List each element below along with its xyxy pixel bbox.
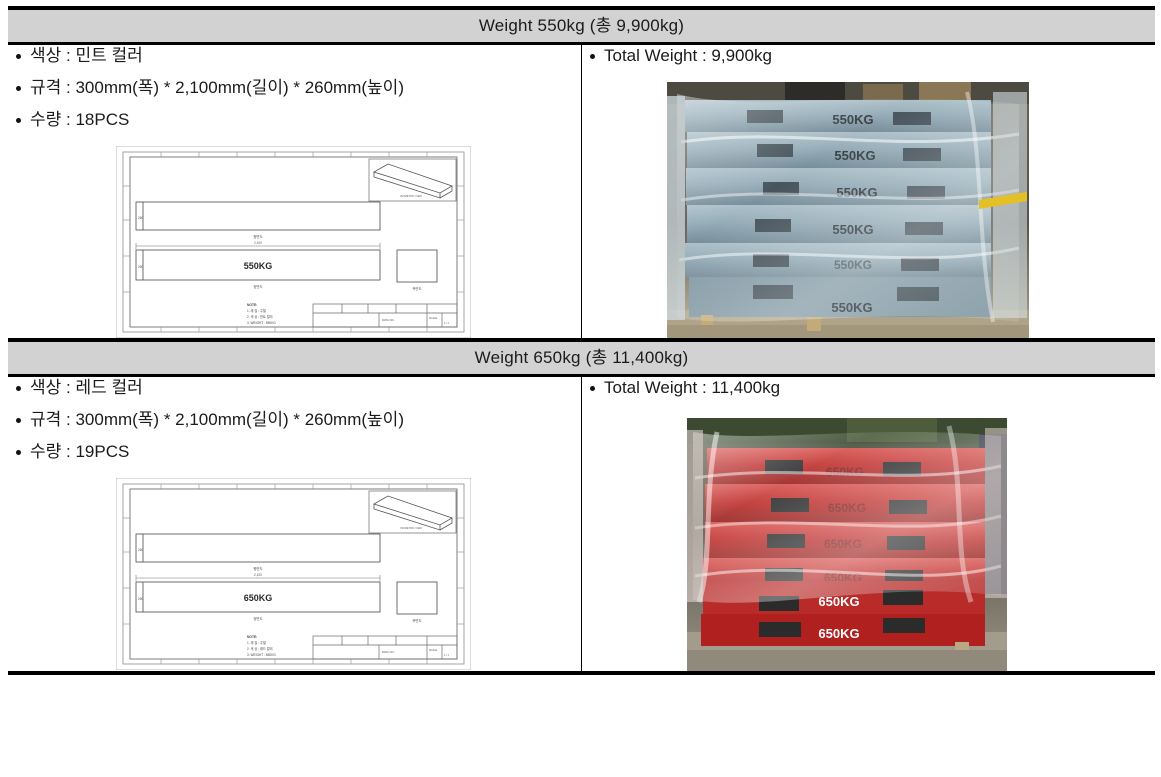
table-body-row-650: 색상 : 레드 컬러 규격 : 300mm(폭) * 2,100mm(길이) *…: [8, 375, 1155, 675]
table-header-row-550: Weight 550kg (총 9,900kg): [8, 6, 1155, 45]
cad-dim-length: 2,100: [254, 241, 262, 245]
total-weight-list-550: Total Weight : 9,900kg: [582, 45, 1155, 68]
cad-dim-length: 2,100: [254, 573, 262, 577]
cad-titleblock-scale: SCALE: [429, 649, 438, 652]
spec-cell-650-left: 색상 : 레드 컬러 규격 : 300mm(폭) * 2,100mm(길이) *…: [8, 375, 582, 675]
list-item: 규격 : 300mm(폭) * 2,100mm(길이) * 260mm(높이): [8, 409, 581, 432]
cad-notes-title: NOTE:: [247, 635, 257, 639]
cad-drawing-550-svg: ISOMETRIC VIEW 260 평면도 2,100 260 550KG 정…: [116, 145, 471, 338]
list-item: Total Weight : 11,400kg: [582, 377, 1155, 400]
list-item: 색상 : 민트 컬러: [8, 45, 581, 68]
list-item: 수량 : 18PCS: [8, 109, 581, 132]
photo-pallet-550: 550KG 550KG 550KG: [667, 81, 1029, 338]
cad-note-2: 2. 색 상 : 레드 컬러: [247, 646, 273, 651]
cad-iso-label: ISOMETRIC VIEW: [400, 194, 422, 198]
cad-view-front-label: 정면도: [253, 284, 262, 289]
cad-drawing-650-svg: ISOMETRIC VIEW 260 평면도 2,100 260 650KG 정…: [116, 477, 471, 670]
photo-pallet-650: 650KG 650KG 650KG 65: [687, 417, 1007, 671]
total-weight-list-650: Total Weight : 11,400kg: [582, 377, 1155, 400]
cad-view-top-label: 평면도: [253, 566, 262, 571]
list-item: 색상 : 레드 컬러: [8, 377, 581, 400]
cad-note-3: 3. WEIGHT : 650KG: [247, 653, 276, 657]
cad-titleblock-dwgno: DWG NO.: [382, 318, 395, 322]
cad-view-side-label: 측면도: [412, 618, 421, 623]
cad-dim-height-top: 260: [138, 548, 144, 552]
cad-dim-height-front: 260: [138, 597, 144, 601]
cad-weight-label: 550KG: [244, 261, 273, 271]
specification-table: Weight 550kg (총 9,900kg) 색상 : 민트 컬러 규격 :…: [8, 6, 1155, 675]
photo-stencil-label: 650KG: [818, 626, 859, 641]
cad-notes-title: NOTE:: [247, 303, 257, 307]
photo-pallet-650-svg: 650KG 650KG 650KG 65: [687, 417, 1007, 671]
page-root: Weight 550kg (총 9,900kg) 색상 : 민트 컬러 규격 :…: [0, 0, 1161, 777]
spec-list-650: 색상 : 레드 컬러 규격 : 300mm(폭) * 2,100mm(길이) *…: [8, 377, 581, 464]
spec-cell-550-right: Total Weight : 9,900kg: [581, 43, 1155, 342]
cad-note-2: 2. 색 상 : 민트 컬러: [247, 314, 273, 319]
cad-dim-height-top: 260: [138, 216, 144, 220]
cad-titleblock-dwgno: DWG NO.: [382, 650, 395, 654]
cad-view-top-label: 평면도: [253, 234, 262, 239]
list-item: 규격 : 300mm(폭) * 2,100mm(길이) * 260mm(높이): [8, 77, 581, 100]
cad-view-side-label: 측면도: [412, 286, 421, 291]
cad-titleblock-sheet: 1 / 1: [444, 654, 449, 657]
cad-iso-label: ISOMETRIC VIEW: [400, 526, 422, 530]
table-header-row-650: Weight 650kg (총 11,400kg): [8, 337, 1155, 377]
cad-drawing-650: ISOMETRIC VIEW 260 평면도 2,100 260 650KG 정…: [116, 477, 471, 670]
header-cell-650: Weight 650kg (총 11,400kg): [8, 337, 1155, 377]
cad-view-front-label: 정면도: [253, 616, 262, 621]
cad-drawing-550: ISOMETRIC VIEW 260 평면도 2,100 260 550KG 정…: [116, 145, 471, 338]
cad-note-1: 1. 재 질 : 주철: [247, 640, 266, 645]
cad-dim-height-front: 260: [138, 265, 144, 269]
spec-cell-550-left: 색상 : 민트 컬러 규격 : 300mm(폭) * 2,100mm(길이) *…: [8, 43, 582, 342]
cad-titleblock-sheet: 1 / 1: [444, 322, 449, 325]
cad-note-1: 1. 재 질 : 주철: [247, 308, 266, 313]
cad-weight-label: 650KG: [244, 593, 273, 603]
table-body-row-550: 색상 : 민트 컬러 규격 : 300mm(폭) * 2,100mm(길이) *…: [8, 43, 1155, 342]
header-cell-550: Weight 550kg (총 9,900kg): [8, 6, 1155, 45]
cad-titleblock-scale: SCALE: [429, 317, 438, 320]
spec-list-550: 색상 : 민트 컬러 규격 : 300mm(폭) * 2,100mm(길이) *…: [8, 45, 581, 132]
cad-note-3: 3. WEIGHT : 550KG: [247, 321, 276, 325]
header-title-550: Weight 550kg (총 9,900kg): [478, 16, 685, 35]
list-item: Total Weight : 9,900kg: [582, 45, 1155, 68]
photo-pallet-550-svg: 550KG 550KG 550KG: [667, 81, 1029, 338]
list-item: 수량 : 19PCS: [8, 441, 581, 464]
header-title-650: Weight 650kg (총 11,400kg): [474, 347, 689, 367]
spec-cell-650-right: Total Weight : 11,400kg 650KG 650KG: [581, 375, 1155, 675]
